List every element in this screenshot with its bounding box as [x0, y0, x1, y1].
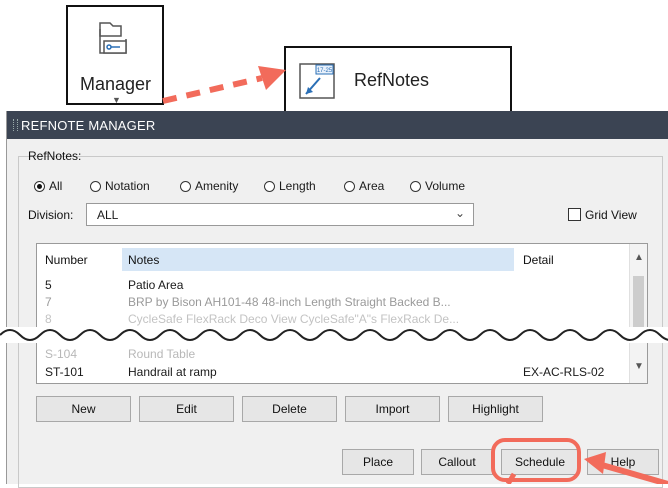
- radio-icon: [90, 180, 101, 192]
- grid-view-label: Grid View: [585, 208, 637, 222]
- refnotes-ribbon-button[interactable]: 17-25 RefNotes: [284, 46, 512, 120]
- filter-radio-notation[interactable]: Notation: [90, 179, 150, 193]
- place-button[interactable]: Place: [342, 449, 414, 475]
- division-value: ALL: [97, 208, 119, 222]
- manager-icon: [99, 22, 127, 54]
- dashed-arrow-line: [162, 75, 263, 104]
- grid-view-checkbox[interactable]: [568, 208, 581, 221]
- scroll-down-icon[interactable]: ▼: [634, 361, 644, 372]
- row-notes: BRP by Bison AH101-48 48-inch Length Str…: [128, 295, 451, 309]
- chevron-down-icon: ⌄: [454, 206, 465, 220]
- refnotes-group-label: RefNotes:: [28, 149, 82, 163]
- dialog-title-bar[interactable]: REFNOTE MANAGER: [7, 111, 668, 139]
- table-row[interactable]: 5: [45, 278, 52, 292]
- refnotes-list[interactable]: Number Notes Detail 5 Patio Area 7 BRP b…: [36, 243, 648, 384]
- filter-radio-amenity[interactable]: Amenity: [180, 179, 238, 193]
- row-detail: EX-AC-RLS-02: [523, 365, 605, 379]
- table-row[interactable]: S-104: [45, 347, 77, 361]
- notes-column-highlight: [122, 248, 514, 271]
- manager-ribbon-button[interactable]: Manager ▼: [66, 5, 164, 105]
- radio-selected-icon: [34, 180, 45, 192]
- radio-icon: [344, 180, 355, 192]
- arrow-head-icon: [258, 66, 286, 90]
- svg-text:17-25: 17-25: [317, 68, 333, 74]
- dropdown-arrow-icon: ▼: [112, 95, 121, 105]
- dialog-title: REFNOTE MANAGER: [21, 118, 156, 133]
- wavy-break-divider: [0, 327, 668, 343]
- filter-radio-area[interactable]: Area: [344, 179, 384, 193]
- column-header-notes[interactable]: Notes: [128, 253, 159, 267]
- table-row[interactable]: ST-101: [45, 365, 84, 379]
- drag-grip-icon[interactable]: [13, 119, 18, 131]
- column-header-detail[interactable]: Detail: [523, 253, 554, 267]
- import-button[interactable]: Import: [345, 396, 440, 422]
- filter-radio-all[interactable]: All: [34, 179, 62, 193]
- help-button[interactable]: Help: [587, 449, 659, 475]
- refnote-manager-dialog: REFNOTE MANAGER RefNotes: All Notation A…: [6, 111, 668, 488]
- refnotes-icon: 17-25: [299, 63, 335, 99]
- callout-button[interactable]: Callout: [421, 449, 493, 475]
- row-notes: Round Table: [128, 347, 196, 361]
- radio-icon: [410, 180, 421, 192]
- radio-icon: [264, 180, 275, 192]
- filter-radio-length[interactable]: Length: [264, 179, 316, 193]
- division-select[interactable]: ALL ⌄: [86, 203, 474, 226]
- schedule-button[interactable]: Schedule: [501, 449, 579, 475]
- table-row[interactable]: 7: [45, 295, 52, 309]
- row-notes: Handrail at ramp: [128, 365, 217, 379]
- manager-label: Manager: [80, 74, 152, 94]
- filter-radio-volume[interactable]: Volume: [410, 179, 465, 193]
- new-button[interactable]: New: [36, 396, 131, 422]
- column-header-number[interactable]: Number: [45, 253, 88, 267]
- list-scrollbar[interactable]: ▲ ▼: [629, 244, 647, 383]
- radio-icon: [180, 180, 191, 192]
- highlight-button[interactable]: Highlight: [448, 396, 543, 422]
- division-label: Division:: [28, 208, 74, 222]
- delete-button[interactable]: Delete: [242, 396, 337, 422]
- refnotes-label: RefNotes: [354, 70, 430, 90]
- row-notes: Patio Area: [128, 278, 184, 292]
- edit-button[interactable]: Edit: [139, 396, 234, 422]
- scroll-up-icon[interactable]: ▲: [634, 252, 644, 263]
